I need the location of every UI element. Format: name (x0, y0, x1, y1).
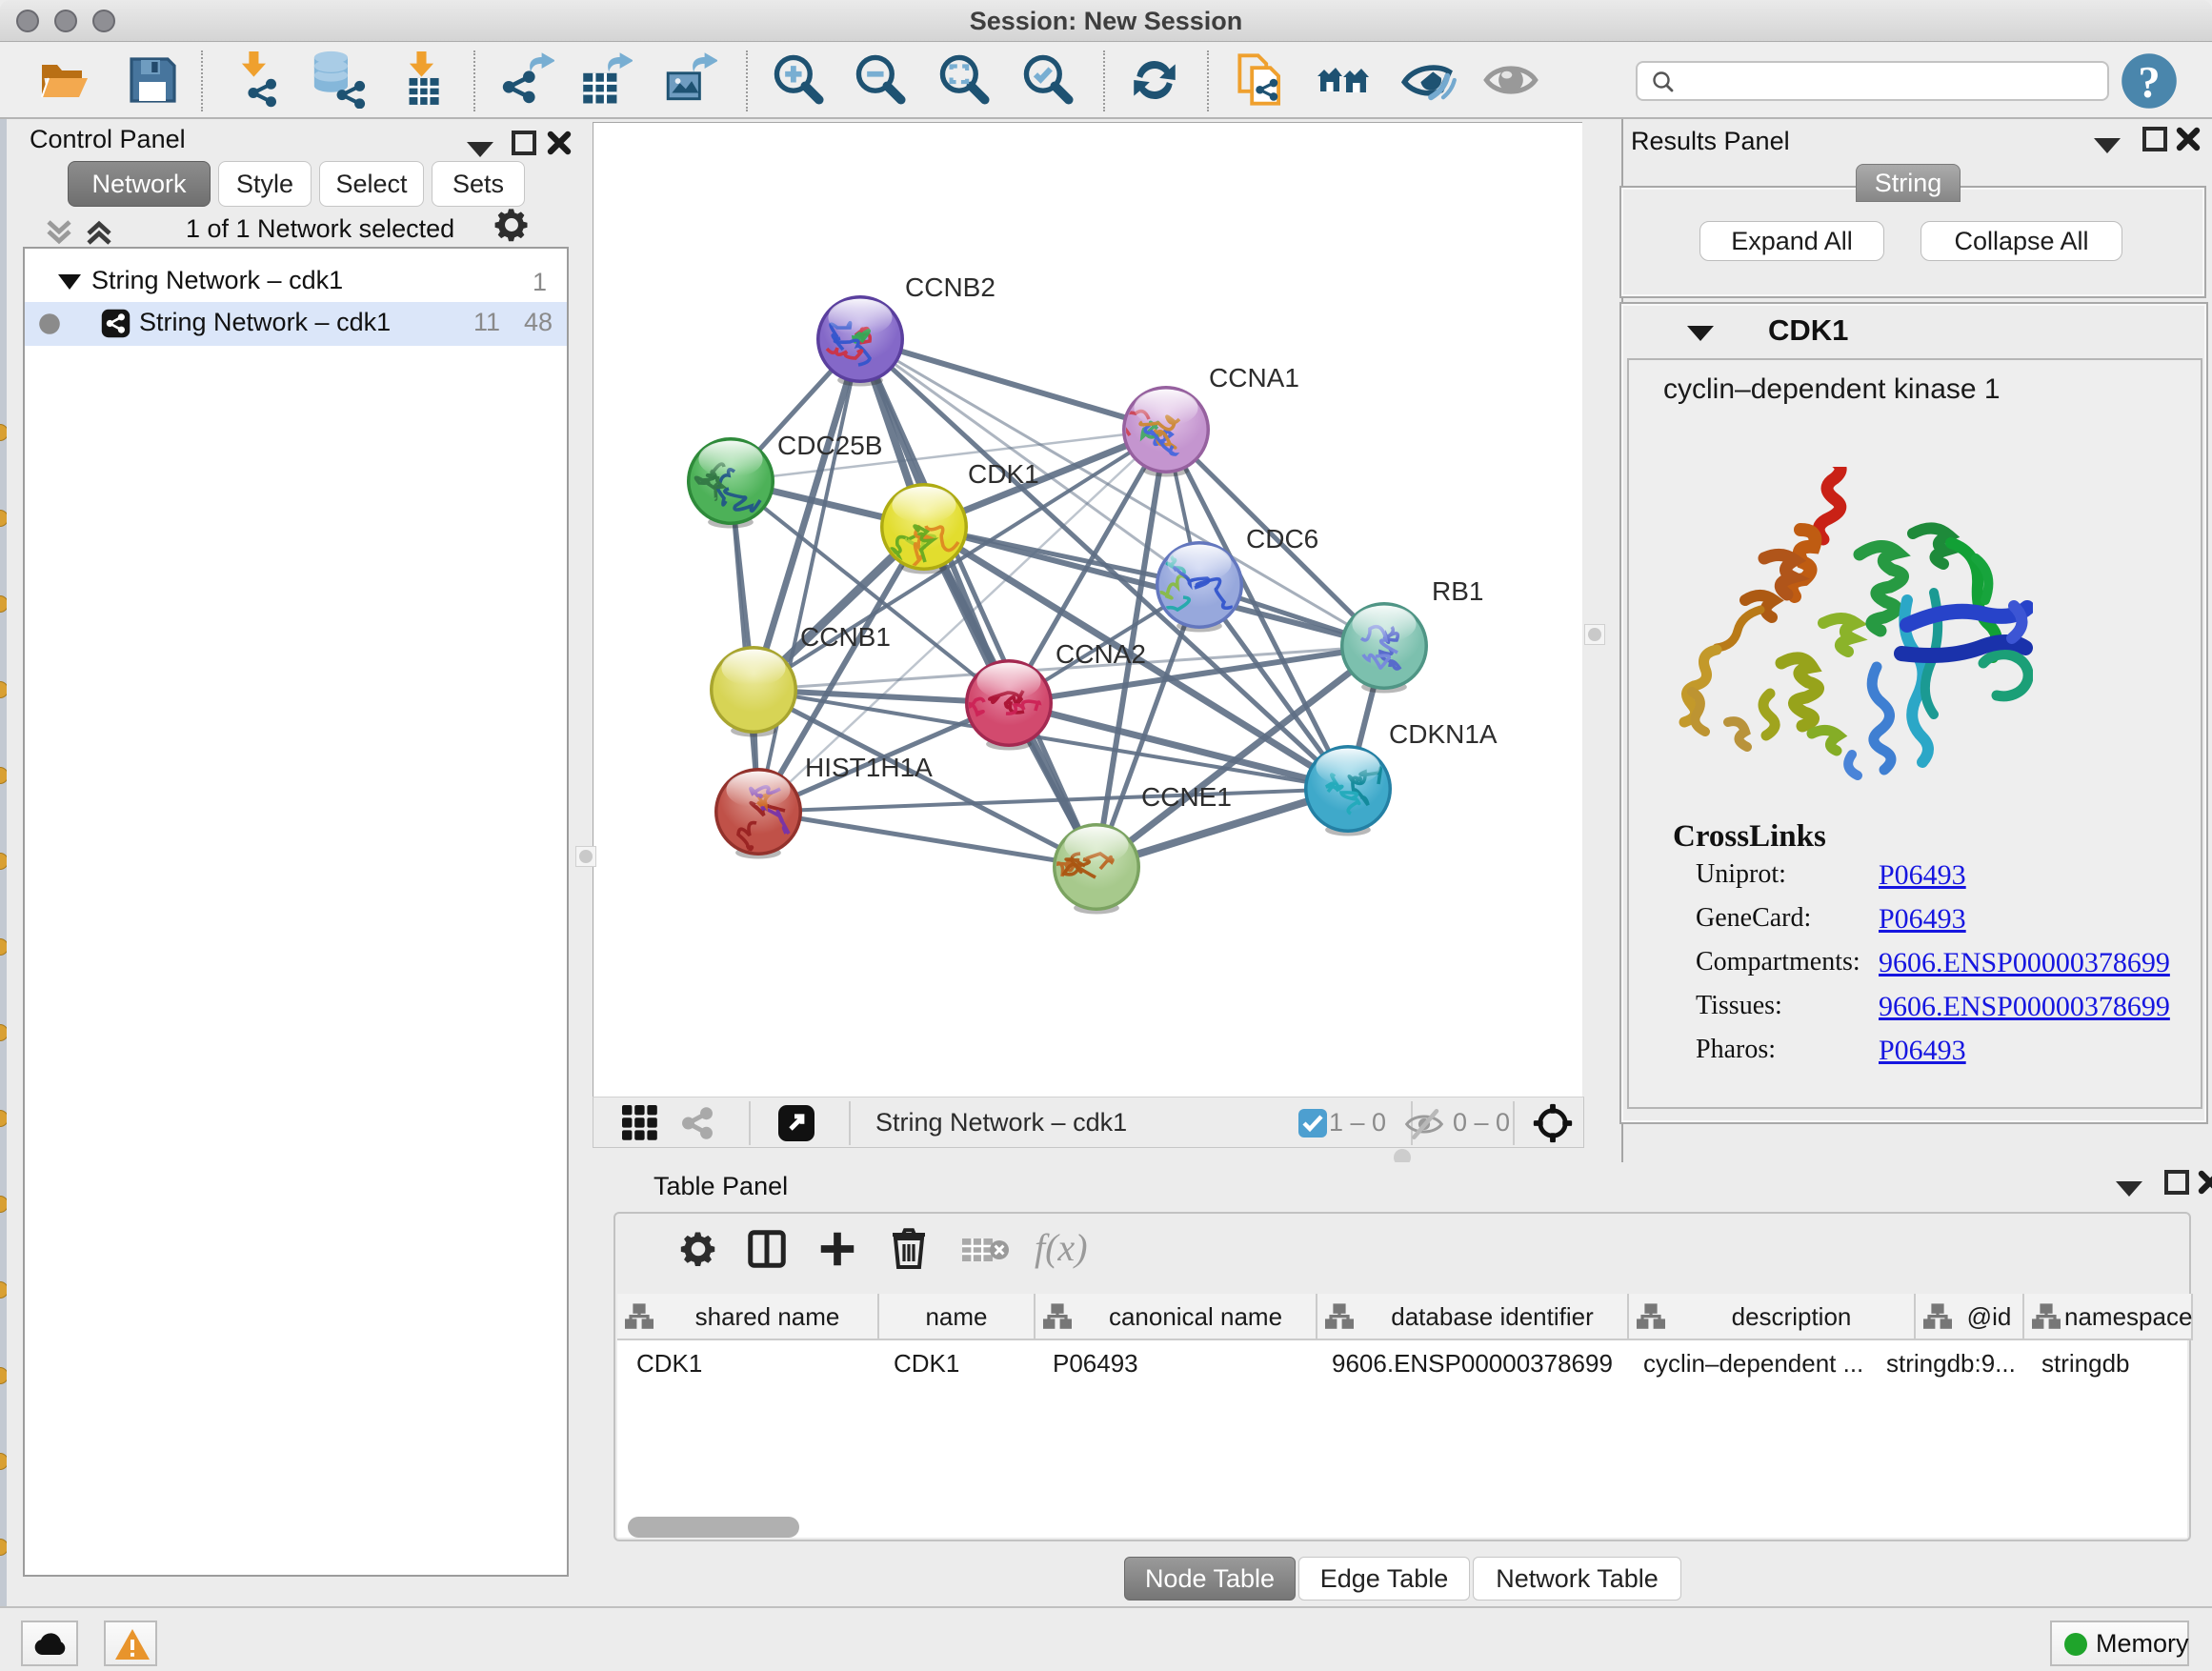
svg-text:CCNA2: CCNA2 (1056, 639, 1146, 669)
svg-text:CCNB2: CCNB2 (905, 272, 995, 302)
svg-text:HIST1H1A: HIST1H1A (805, 753, 933, 782)
svg-text:CCNB1: CCNB1 (800, 622, 891, 652)
svg-text:CDC25B: CDC25B (777, 431, 882, 460)
svg-text:CDKN1A: CDKN1A (1389, 719, 1498, 749)
svg-text:RB1: RB1 (1432, 576, 1483, 606)
svg-text:?: ? (2138, 59, 2160, 108)
svg-text:CDK1: CDK1 (968, 459, 1039, 489)
svg-text:CCNA1: CCNA1 (1209, 363, 1299, 393)
svg-text:CDC6: CDC6 (1246, 524, 1318, 554)
svg-text:CCNE1: CCNE1 (1141, 782, 1232, 812)
